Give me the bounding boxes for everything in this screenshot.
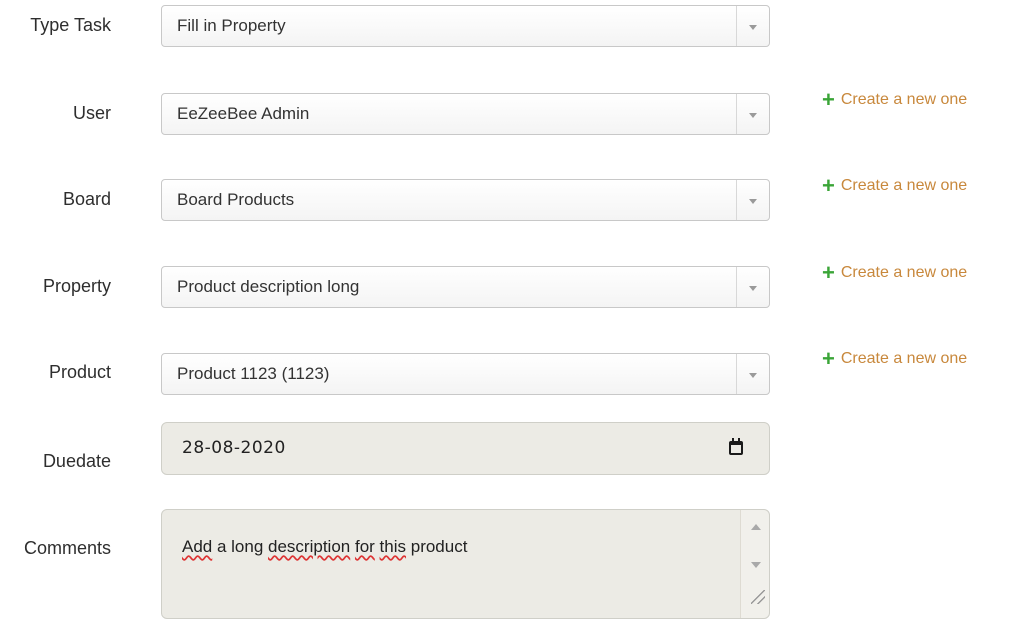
plus-icon: + [822,87,835,112]
create-board-link-label: Create a new one [840,177,968,194]
resize-handle-icon[interactable] [751,590,765,604]
board-dropdown-toggle[interactable] [736,180,769,220]
comments-label: Comments [23,538,111,558]
user-label: User [72,103,111,123]
comments-textarea[interactable]: Add a long description for this product [161,509,770,619]
user-dropdown-toggle[interactable] [736,94,769,134]
user-select[interactable]: EeZeeBee Admin [161,93,770,135]
scroll-up-icon[interactable] [751,524,761,530]
comments-text-4: product [406,537,468,556]
user-value: EeZeeBee Admin [177,104,310,123]
comments-word-for: for [354,537,375,556]
comments-value: Add a long description for this product [182,537,467,557]
chevron-down-icon [749,373,757,378]
chevron-down-icon [749,113,757,118]
create-product-link[interactable]: + Create a new one [822,346,968,371]
create-board-link[interactable]: + Create a new one [822,173,968,198]
create-user-link[interactable]: + Create a new one [822,87,968,112]
chevron-down-icon [749,25,757,30]
comments-word-this: this [379,537,407,556]
type-task-select[interactable]: Fill in Property [161,5,770,47]
board-select[interactable]: Board Products [161,179,770,221]
comments-word-description: description [268,537,351,556]
product-select[interactable]: Product 1123 (1123) [161,353,770,395]
scroll-down-icon[interactable] [751,562,761,568]
create-property-link-label: Create a new one [840,264,968,281]
product-value: Product 1123 (1123) [177,364,330,383]
create-property-link[interactable]: + Create a new one [822,260,968,285]
plus-icon: + [822,260,835,285]
create-product-link-label: Create a new one [840,350,968,367]
plus-icon: + [822,346,835,371]
product-label: Product [48,362,111,382]
duedate-label: Duedate [42,451,111,471]
type-task-value: Fill in Property [177,16,286,35]
calendar-icon[interactable] [729,438,743,455]
product-dropdown-toggle[interactable] [736,354,769,394]
board-label: Board [62,189,111,209]
chevron-down-icon [749,199,757,204]
property-value: Product description long [177,277,360,296]
property-dropdown-toggle[interactable] [736,267,769,307]
type-task-dropdown-toggle[interactable] [736,6,769,46]
property-select[interactable]: Product description long [161,266,770,308]
create-user-link-label: Create a new one [840,91,968,108]
plus-icon: + [822,173,835,198]
duedate-value: 28-08-2020 [182,438,286,458]
chevron-down-icon [749,286,757,291]
property-label: Property [42,276,111,296]
board-value: Board Products [177,190,295,209]
comments-word-add: Add [182,537,213,556]
comments-text-1: a long [212,537,269,556]
type-task-label: Type Task [30,15,111,35]
duedate-input[interactable]: 28-08-2020 [161,422,770,475]
